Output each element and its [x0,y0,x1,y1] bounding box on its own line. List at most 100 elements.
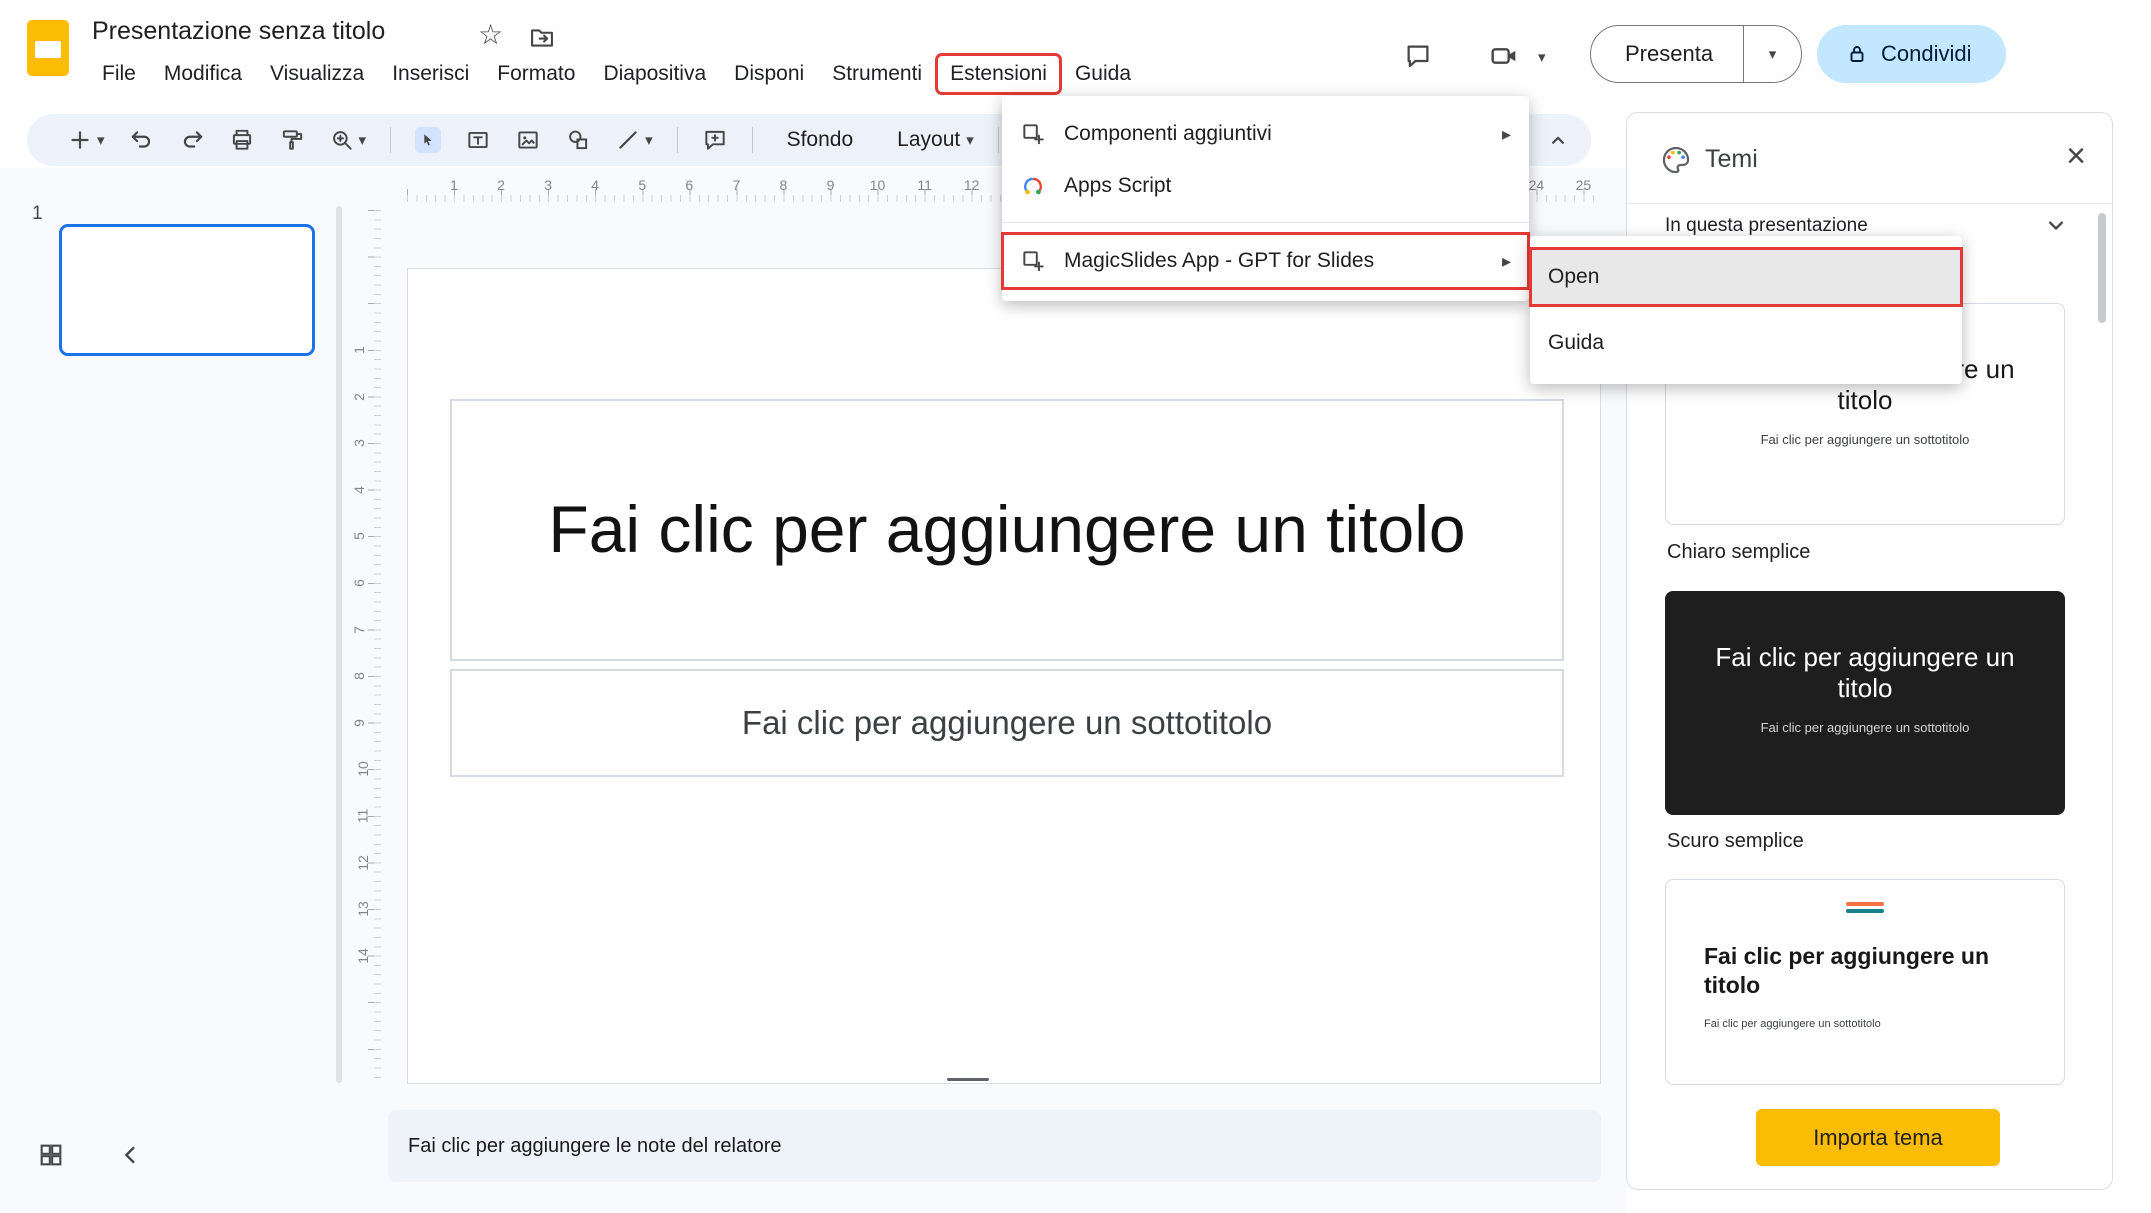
layout-button[interactable]: Layout ▾ [887,122,974,158]
layout-button-label[interactable]: Layout [887,122,962,158]
comments-icon[interactable] [1398,36,1438,76]
insert-line-control[interactable]: ▾ [615,127,653,153]
insert-image-icon[interactable] [515,127,541,153]
lock-icon [1845,42,1869,66]
ruler-top-number: 25 [1576,177,1592,193]
ruler-left-number: 11 [354,809,370,824]
menu-guida[interactable]: Guida [1061,54,1145,94]
menubar: File Modifica Visualizza Inserisci Forma… [88,54,1145,94]
ruler-left-number: 6 [351,579,367,587]
menu-item-label: Apps Script [1064,174,1511,198]
ruler-top-number: 10 [870,177,886,193]
themes-panel-title: Temi [1705,145,1758,174]
ruler-top-number: 11 [917,177,932,193]
ruler-top-number: 7 [732,177,740,193]
ruler-top-number: 5 [638,177,646,193]
ruler-left-number: 4 [351,486,367,494]
background-button[interactable]: Sfondo [777,122,864,158]
submenu-arrow-icon: ▸ [1502,124,1511,145]
select-tool-icon[interactable] [415,127,441,153]
title-placeholder[interactable]: Fai clic per aggiungere un titolo [450,399,1564,661]
panel-scrollbar[interactable] [2098,213,2106,323]
share-button-label: Condividi [1881,41,1972,67]
theme-card-dark[interactable]: Fai clic per aggiungere un titolo Fai cl… [1665,591,2065,815]
join-call-icon[interactable] [1482,36,1526,76]
section-chevron-down-icon[interactable] [2042,211,2070,239]
insert-shape-icon[interactable] [565,127,591,153]
collapse-filmstrip-chevron-icon[interactable] [116,1140,146,1170]
grid-view-icon[interactable] [36,1140,66,1170]
ruler-left-number: 13 [355,901,371,917]
close-icon[interactable]: × [2066,139,2086,173]
present-button[interactable]: Presenta ▾ [1590,25,1802,83]
submenu-arrow-icon: ▸ [1502,251,1511,272]
menu-strumenti[interactable]: Strumenti [818,54,936,94]
hide-menus-chevron-icon[interactable] [1545,127,1571,153]
menu-formato[interactable]: Formato [483,54,589,94]
apps-script-icon [1020,173,1046,199]
ruler-left-number: 10 [355,762,371,778]
menu-item-label: Open [1548,265,1944,289]
topbar: Presentazione senza titolo ☆ File Modifi… [0,0,2151,100]
menu-estensioni[interactable]: Estensioni [936,54,1061,94]
ruler-left-number: 9 [351,719,367,727]
menu-item-magicslides[interactable]: MagicSlides App - GPT for Slides ▸ [1002,233,1529,289]
toolbar-separator [390,127,391,153]
slide-canvas[interactable]: Fai clic per aggiungere un titolo Fai cl… [407,268,1601,1084]
menu-modifica[interactable]: Modifica [150,54,256,94]
current-presentation-section-label: In questa presentazione [1665,215,1868,237]
zoom-caret-icon[interactable]: ▾ [359,133,367,148]
slide-thumbnail[interactable] [59,224,315,356]
join-call-caret-icon[interactable]: ▾ [1538,50,1546,65]
menu-visualizza[interactable]: Visualizza [256,54,378,94]
menu-disponi[interactable]: Disponi [720,54,818,94]
slide-bottom-handle [947,1078,989,1081]
submenu-item-guida[interactable]: Guida [1530,314,1962,372]
undo-icon[interactable] [129,127,155,153]
menu-item-componenti-aggiuntivi[interactable]: Componenti aggiuntivi ▸ [1002,108,1529,160]
line-tool-icon [615,127,641,153]
plus-icon [67,127,93,153]
document-title[interactable]: Presentazione senza titolo [92,17,385,46]
theme-name-dark: Scuro semplice [1667,830,1804,853]
menu-item-apps-script[interactable]: Apps Script [1002,160,1529,212]
ruler-left-number: 2 [351,393,367,401]
subtitle-placeholder[interactable]: Fai clic per aggiungere un sottotitolo [450,669,1564,777]
add-ons-icon [1020,121,1046,147]
ruler-top-number: 24 [1529,177,1545,193]
filmstrip-scrollbar[interactable] [336,206,342,1083]
menu-diapositiva[interactable]: Diapositiva [589,54,720,94]
theme-card-title: Fai clic per aggiungere un titolo [1700,642,2030,704]
zoom-control[interactable]: ▾ [329,127,367,153]
move-folder-icon[interactable] [528,24,556,52]
insert-comment-icon[interactable] [702,127,728,153]
present-options-caret-icon[interactable]: ▾ [1743,26,1801,82]
ruler-top-number: 8 [780,177,788,193]
menu-file[interactable]: File [88,54,150,94]
text-box-icon[interactable] [465,127,491,153]
submenu-item-open[interactable]: Open [1530,248,1962,306]
layout-caret-icon: ▾ [966,133,974,148]
new-slide-caret-icon[interactable]: ▾ [97,133,105,148]
subtitle-placeholder-text: Fai clic per aggiungere un sottotitolo [742,704,1272,742]
menu-item-label: MagicSlides App - GPT for Slides [1064,249,1484,273]
speaker-notes[interactable]: Fai clic per aggiungere le note del rela… [388,1110,1601,1182]
slides-logo[interactable] [27,20,69,76]
theme-card-subtitle: Fai clic per aggiungere un sottotitolo [1666,432,2064,447]
menu-inserisci[interactable]: Inserisci [378,54,483,94]
new-slide-button[interactable]: ▾ [67,127,105,153]
share-button[interactable]: Condividi [1817,25,2006,83]
ruler-left-number: 3 [351,439,367,447]
theme-name-light: Chiaro semplice [1667,541,1810,564]
paint-format-icon[interactable] [279,127,305,153]
menu-item-label: Guida [1548,331,1944,355]
print-icon[interactable] [229,127,255,153]
line-tool-caret-icon[interactable]: ▾ [645,133,653,148]
import-theme-button[interactable]: Importa tema [1756,1109,2000,1166]
redo-icon[interactable] [179,127,205,153]
theme-card-third[interactable]: Fai clic per aggiungere un titolo Fai cl… [1665,879,2065,1085]
menu-separator [1002,222,1529,223]
present-button-label[interactable]: Presenta [1591,26,1743,82]
star-icon[interactable]: ☆ [478,18,503,51]
ruler-left-number: 12 [355,855,371,871]
